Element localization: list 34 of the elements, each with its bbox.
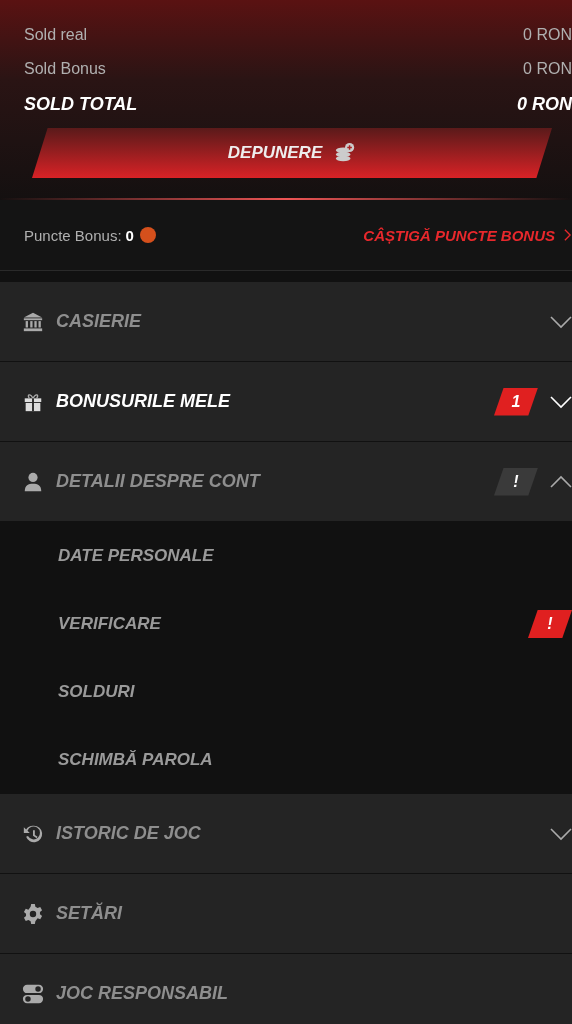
bank-icon — [22, 310, 44, 333]
chevron-down-icon — [550, 314, 572, 329]
submenu-item[interactable]: VERIFICARE — [58, 614, 161, 634]
notification-badge: 1 — [494, 387, 538, 416]
menu-item[interactable]: SETĂRI — [0, 874, 572, 954]
user-icon — [22, 470, 44, 493]
balance-label: SOLD TOTAL — [24, 93, 138, 115]
submenu-item[interactable]: SCHIMBĂ PAROLA — [58, 750, 213, 770]
earn-points-link[interactable]: CÂȘTIGĂ PUNCTE BONUS — [363, 226, 572, 244]
deposit-button[interactable]: DEPUNERE — [32, 128, 552, 178]
submenu-item[interactable]: SOLDURI — [58, 682, 135, 702]
notification-badge: ! — [528, 610, 572, 638]
menu-item[interactable]: BONUSURILE MELE 1 — [0, 362, 572, 442]
points-value: 0 — [125, 226, 134, 244]
menu-item[interactable]: DETALII DESPRE CONT ! — [0, 442, 572, 522]
points-label: Puncte Bonus: — [24, 226, 122, 244]
balance-value: 0 RON — [517, 93, 572, 115]
chevron-right-icon — [563, 228, 572, 242]
menu-item[interactable]: JOC RESPONSABIL — [0, 954, 572, 1024]
chevron-up-icon — [550, 474, 572, 489]
menu-item[interactable]: CASIERIE — [0, 282, 572, 362]
settings-icon — [22, 902, 44, 925]
chevron-down-icon — [550, 394, 572, 409]
balance-label: Sold Bonus — [24, 60, 106, 78]
notification-badge: ! — [494, 467, 538, 496]
menu-item[interactable]: ISTORIC DE JOC — [0, 794, 572, 874]
balance-label: Sold real — [24, 26, 88, 44]
balance-value: 0 RON — [523, 60, 572, 78]
balance-value: 0 RON — [523, 26, 572, 44]
coins-icon — [334, 142, 357, 164]
coin-icon — [139, 227, 156, 243]
chevron-down-icon — [550, 826, 572, 841]
submenu-item[interactable]: DATE PERSONALE — [58, 546, 214, 566]
toggle-icon — [22, 982, 44, 1005]
